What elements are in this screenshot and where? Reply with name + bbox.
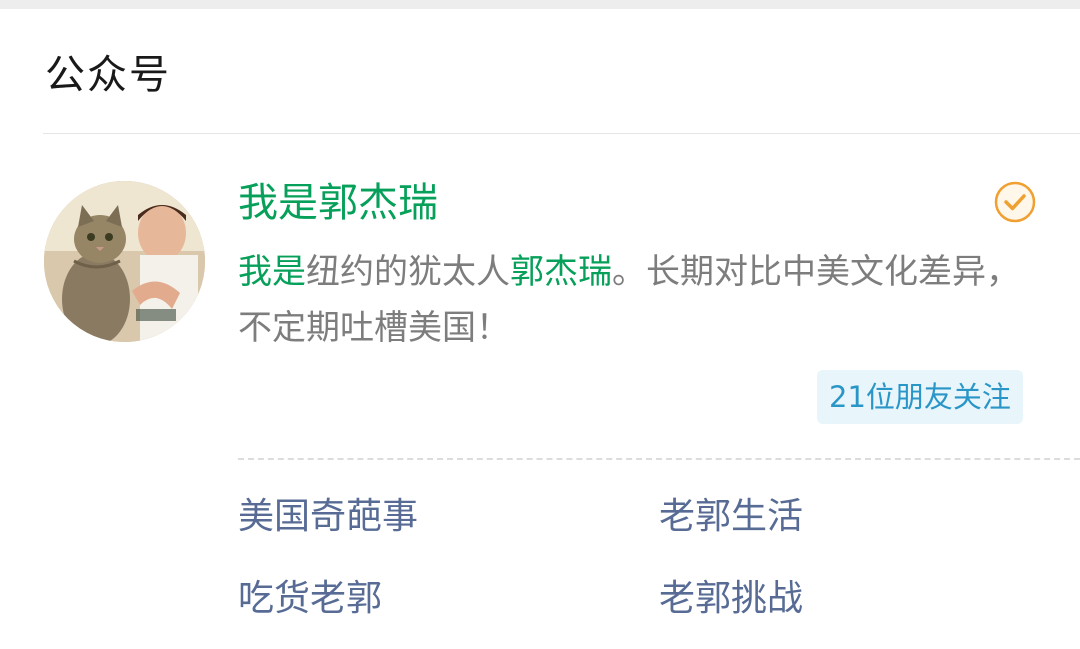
- avatar[interactable]: [44, 181, 205, 342]
- menu-item[interactable]: 老郭挑战: [659, 576, 803, 622]
- verified-check-icon: [994, 181, 1036, 223]
- account-description: 我是纽约的犹太人郭杰瑞。长期对比中美文化差异，不定期吐槽美国！: [238, 244, 1038, 356]
- description-highlight: 郭杰瑞: [510, 252, 612, 292]
- menu-item[interactable]: 美国奇葩事: [238, 494, 418, 540]
- description-highlight: 我是: [238, 252, 306, 292]
- description-text: 纽约的犹太人: [306, 252, 510, 292]
- section-title: 公众号: [45, 52, 171, 98]
- avatar-photo: [44, 181, 205, 342]
- account-card[interactable]: 我是郭杰瑞 我是纽约的犹太人郭杰瑞。长期对比中美文化差异，不定期吐槽美国！ 21…: [0, 134, 1080, 649]
- menu-item[interactable]: 吃货老郭: [238, 576, 382, 622]
- dashed-divider: [238, 458, 1080, 460]
- followers-badge[interactable]: 21位朋友关注: [817, 370, 1023, 424]
- menu-item[interactable]: 老郭生活: [659, 494, 803, 540]
- account-name[interactable]: 我是郭杰瑞: [238, 178, 438, 228]
- top-gray-bar: [0, 0, 1080, 9]
